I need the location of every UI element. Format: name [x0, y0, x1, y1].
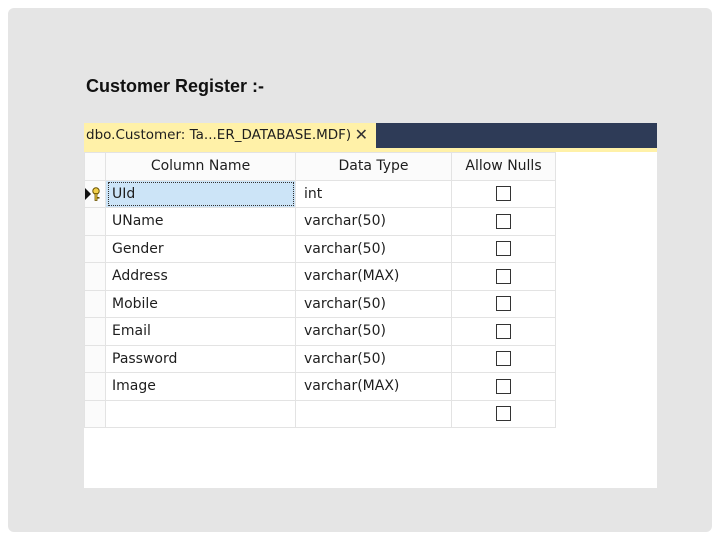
- column-name-cell[interactable]: Email: [105, 317, 296, 346]
- columns-grid: Column Name Data Type Allow Nulls UId in…: [84, 152, 556, 428]
- table-row[interactable]: UId int: [84, 179, 556, 208]
- data-type-cell[interactable]: varchar(50): [295, 207, 452, 236]
- allow-nulls-cell[interactable]: [451, 262, 556, 291]
- column-name-cell[interactable]: Address: [105, 262, 296, 291]
- allow-nulls-checkbox[interactable]: [496, 406, 511, 422]
- allow-nulls-checkbox[interactable]: [496, 186, 511, 202]
- slide-title: Customer Register :-: [86, 76, 265, 96]
- column-name-header[interactable]: Column Name: [105, 152, 296, 181]
- allow-nulls-checkbox[interactable]: [496, 213, 511, 229]
- allow-nulls-cell[interactable]: [451, 372, 556, 401]
- tab-bar: dbo.Customer: Ta...ER_DATABASE.MDF) ✕: [84, 123, 657, 148]
- close-icon[interactable]: ✕: [355, 123, 368, 147]
- column-name-cell[interactable]: UName: [105, 207, 296, 236]
- allow-nulls-checkbox[interactable]: [496, 323, 511, 339]
- data-type-header[interactable]: Data Type: [295, 152, 452, 181]
- allow-nulls-cell[interactable]: [451, 207, 556, 236]
- data-type-cell[interactable]: varchar(50): [295, 234, 452, 263]
- data-type-cell[interactable]: varchar(50): [295, 289, 452, 318]
- table-designer: dbo.Customer: Ta...ER_DATABASE.MDF) ✕ Co…: [84, 123, 657, 488]
- table-row[interactable]: UName varchar(50): [84, 207, 556, 236]
- table-row[interactable]: Mobile varchar(50): [84, 289, 556, 318]
- tab-customer-table[interactable]: dbo.Customer: Ta...ER_DATABASE.MDF) ✕: [84, 123, 376, 148]
- row-selector[interactable]: [84, 344, 106, 373]
- row-selector[interactable]: [84, 289, 106, 318]
- row-selector-header: [84, 152, 106, 181]
- column-name-cell[interactable]: Password: [105, 344, 296, 373]
- row-selector[interactable]: [84, 372, 106, 401]
- allow-nulls-cell[interactable]: [451, 344, 556, 373]
- column-name-cell[interactable]: Gender: [105, 234, 296, 263]
- allow-nulls-cell[interactable]: [451, 179, 556, 208]
- table-row-new[interactable]: [84, 399, 556, 428]
- column-name-cell[interactable]: UId: [105, 179, 296, 208]
- allow-nulls-header[interactable]: Allow Nulls: [451, 152, 556, 181]
- data-type-cell[interactable]: varchar(MAX): [295, 372, 452, 401]
- data-type-cell[interactable]: varchar(MAX): [295, 262, 452, 291]
- allow-nulls-checkbox[interactable]: [496, 351, 511, 367]
- data-type-cell[interactable]: int: [295, 179, 452, 208]
- table-row[interactable]: Address varchar(MAX): [84, 262, 556, 291]
- row-selector[interactable]: [84, 317, 106, 346]
- data-type-cell[interactable]: varchar(50): [295, 317, 452, 346]
- row-selector[interactable]: [84, 234, 106, 263]
- grid-header-row: Column Name Data Type Allow Nulls: [84, 152, 556, 181]
- row-selector[interactable]: [84, 262, 106, 291]
- allow-nulls-cell[interactable]: [451, 289, 556, 318]
- allow-nulls-checkbox[interactable]: [496, 241, 511, 257]
- column-name-cell[interactable]: Mobile: [105, 289, 296, 318]
- allow-nulls-checkbox[interactable]: [496, 296, 511, 312]
- row-selector[interactable]: [84, 399, 106, 428]
- primary-key-icon: [92, 186, 100, 201]
- table-row[interactable]: Password varchar(50): [84, 344, 556, 373]
- allow-nulls-checkbox[interactable]: [496, 378, 511, 394]
- column-name-cell[interactable]: Image: [105, 372, 296, 401]
- row-selector[interactable]: [84, 207, 106, 236]
- table-row[interactable]: Email varchar(50): [84, 317, 556, 346]
- allow-nulls-cell[interactable]: [451, 399, 556, 428]
- table-row[interactable]: Gender varchar(50): [84, 234, 556, 263]
- allow-nulls-checkbox[interactable]: [496, 268, 511, 284]
- allow-nulls-cell[interactable]: [451, 234, 556, 263]
- data-type-cell[interactable]: varchar(50): [295, 344, 452, 373]
- tab-label: dbo.Customer: Ta...ER_DATABASE.MDF): [86, 127, 352, 143]
- allow-nulls-cell[interactable]: [451, 317, 556, 346]
- data-type-cell[interactable]: [295, 399, 452, 428]
- row-selector[interactable]: [84, 179, 106, 208]
- table-row[interactable]: Image varchar(MAX): [84, 372, 556, 401]
- column-name-cell[interactable]: [105, 399, 296, 428]
